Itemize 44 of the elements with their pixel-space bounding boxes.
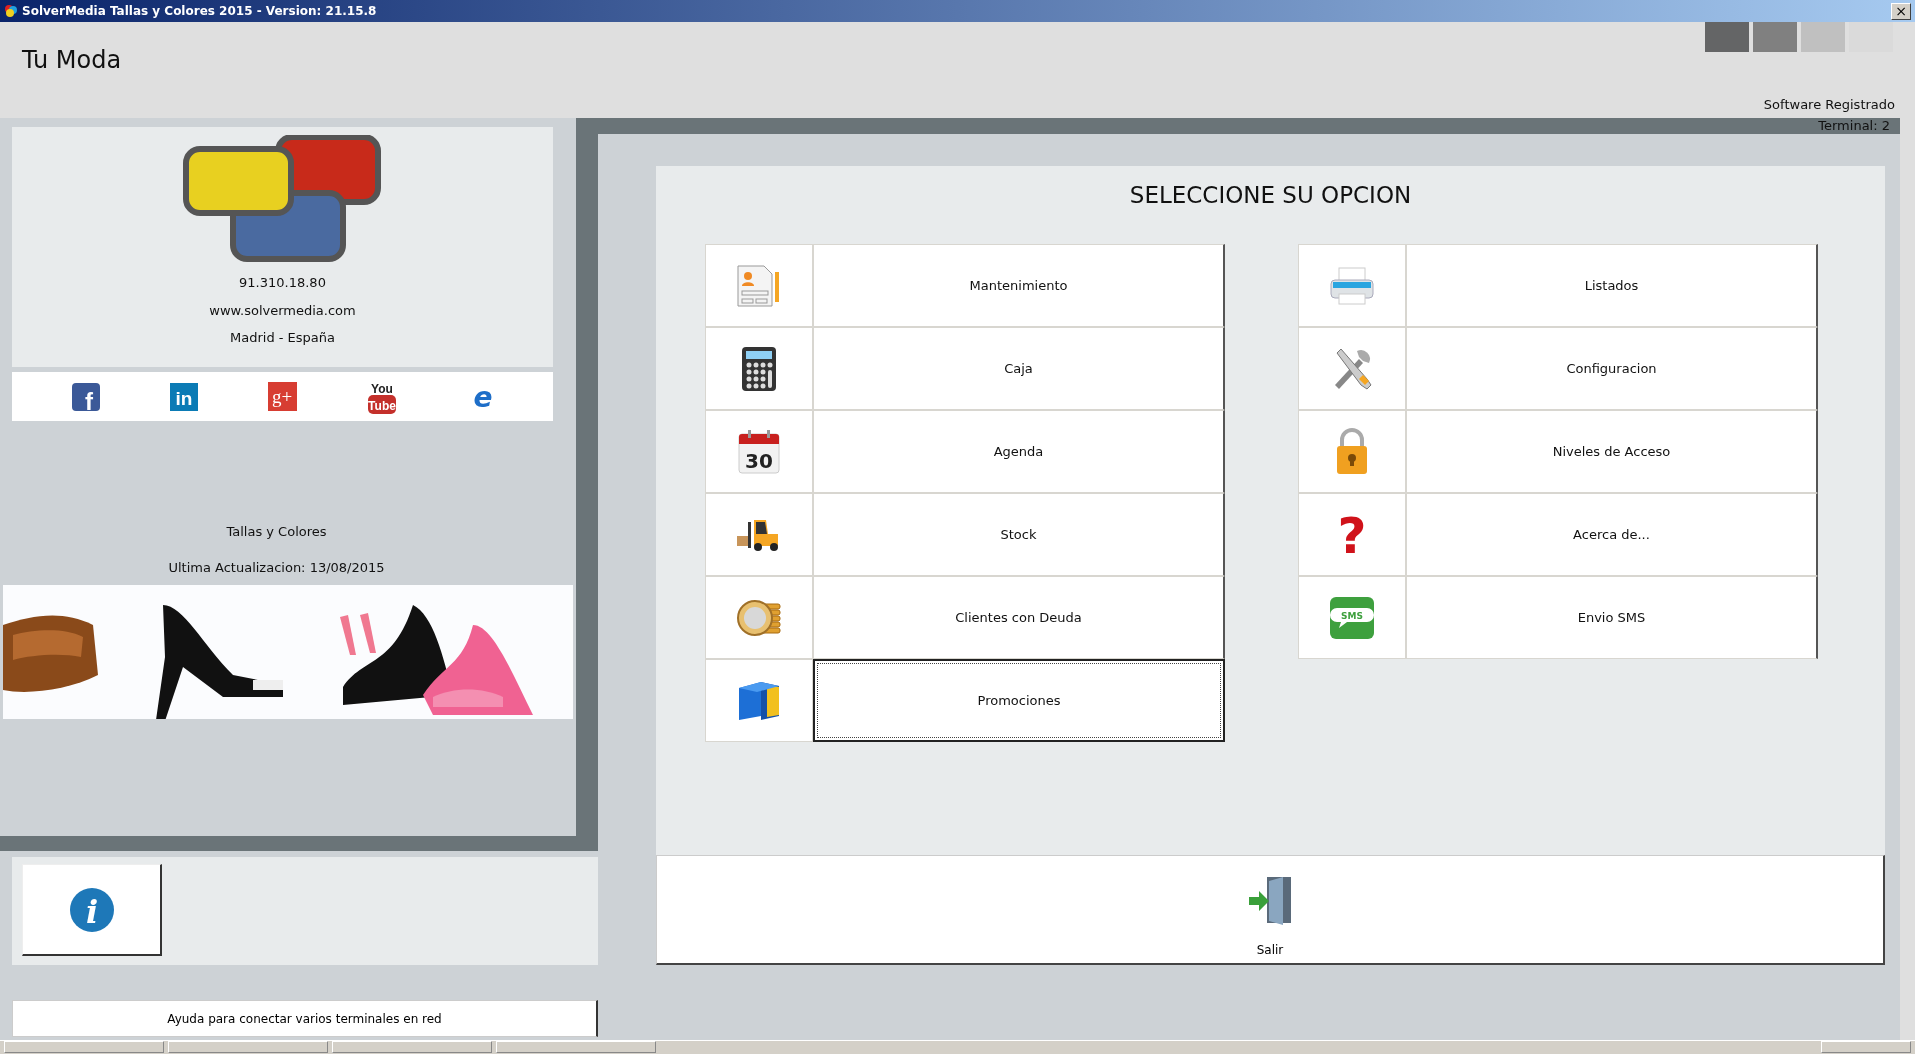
exit-button[interactable]: Salir [656,855,1885,965]
help-button[interactable]: Ayuda para conectar varios terminales en red [12,1000,598,1037]
theme-swatch[interactable] [1705,22,1749,52]
cube-icon [737,679,781,722]
calculator-icon [741,345,777,392]
menu-button[interactable]: Niveles de Acceso [1406,410,1818,493]
google-plus-icon[interactable]: g+ [268,382,297,411]
menu-button[interactable]: Mantenimiento [813,244,1225,327]
menu-button[interactable]: Stock [813,493,1225,576]
padlock-icon [1334,427,1370,476]
question-icon: ? [1332,508,1372,561]
menu-button[interactable]: Promociones [813,659,1225,742]
menu-button[interactable]: Caja [813,327,1225,410]
shop-name: Tu Moda [22,46,122,74]
menu-button[interactable]: Configuracion [1406,327,1818,410]
menu-button[interactable]: Agenda [813,410,1225,493]
menu-button[interactable]: Listados [1406,244,1818,327]
app-icon [4,4,18,18]
linkedin-icon[interactable]: in [170,382,198,411]
last-update: Ultima Actualizacion: 13/08/2015 [167,558,386,577]
document-icon [736,263,782,308]
menu-title: SELECCIONE SU OPCION [1129,182,1412,208]
registration-status: Software Registrado [1763,95,1896,114]
exit-door-icon [1247,875,1293,925]
terminal-label: Terminal: 2 [598,118,1900,134]
browser-icon[interactable]: e [467,380,499,413]
theme-swatch[interactable] [1753,22,1797,52]
website: www.solvermedia.com [209,301,356,320]
menu-button[interactable]: Envio SMS [1406,576,1818,659]
menu-button[interactable]: Acerca de... [1406,493,1818,576]
window-title: SolverMedia Tallas y Colores 2015 - Version: 21.15.8 [22,3,377,20]
theme-swatch[interactable] [1849,22,1893,52]
facebook-icon[interactable]: f [72,382,100,411]
printer-icon [1329,265,1375,306]
close-button[interactable]: × [1891,2,1911,20]
phone-number: 91.310.18.80 [239,274,326,292]
theme-swatch[interactable] [1801,22,1845,52]
coins-icon [736,597,782,638]
info-icon: i [68,886,115,933]
sms-icon: SMS [1329,595,1375,640]
info-button[interactable]: i [22,864,162,956]
menu-button[interactable]: Clientes con Deuda [813,576,1225,659]
location: Madrid - España [230,329,335,347]
product-name: Tallas y Colores [225,523,328,541]
